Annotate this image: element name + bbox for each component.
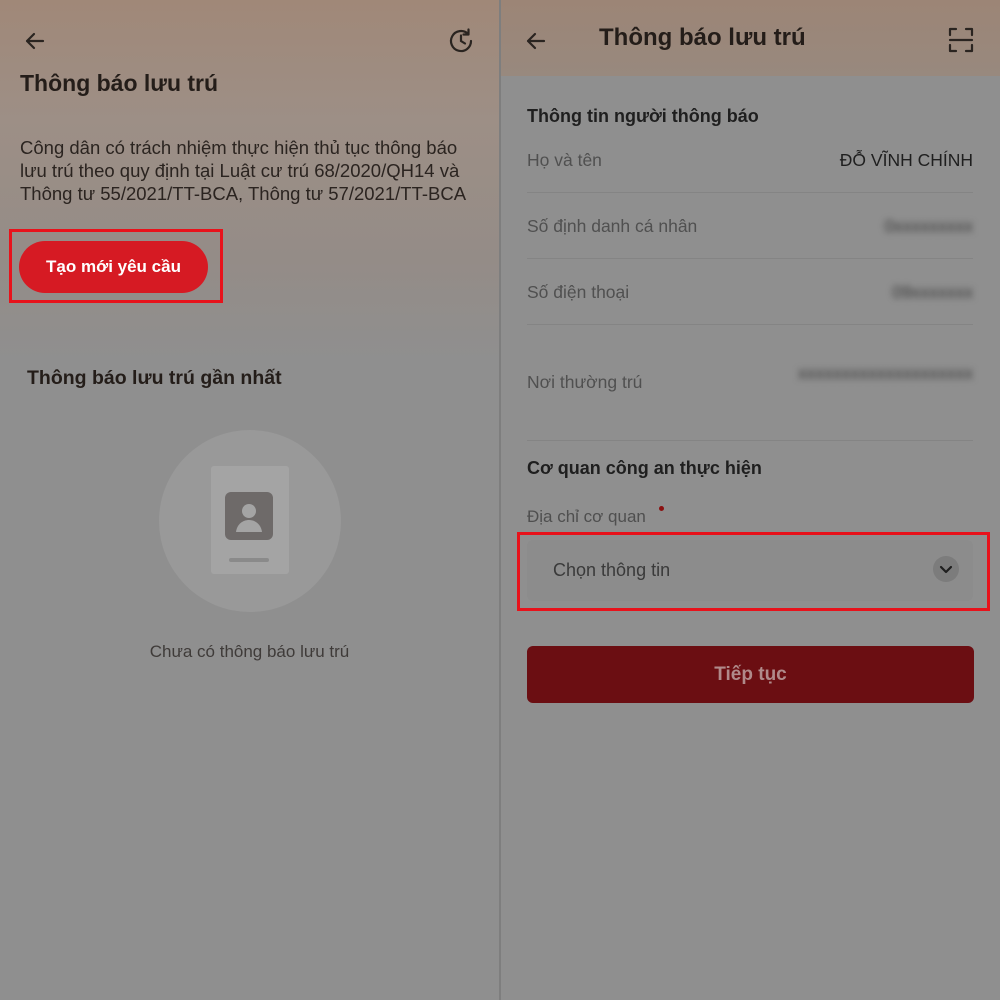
recent-section-title: Thông báo lưu trú gần nhất xyxy=(27,367,282,389)
right-screen: Thông báo lưu trú Thông tin người thông … xyxy=(501,0,1000,1000)
row-label: Số định danh cá nhân xyxy=(527,216,698,236)
row-label: Họ và tên xyxy=(527,150,602,170)
card-line xyxy=(229,558,269,562)
row-value-blurred: xxxxxxxxxxxxxxxxxxxx xyxy=(798,363,973,383)
required-indicator xyxy=(659,506,664,511)
left-screen: Thông báo lưu trú Công dân có trách nhiệ… xyxy=(0,0,499,1000)
empty-state-text: Chưa có thông báo lưu trú xyxy=(149,642,350,661)
row-label: Nơi thường trú xyxy=(527,372,643,392)
select-placeholder: Chọn thông tin xyxy=(553,560,671,580)
person-icon xyxy=(225,492,273,540)
scan-icon[interactable] xyxy=(947,26,975,54)
continue-button[interactable]: Tiếp tục xyxy=(527,646,974,703)
row-value: ĐỖ VĨNH CHÍNH xyxy=(839,150,973,170)
create-request-button[interactable]: Tạo mới yêu cầu xyxy=(19,241,208,293)
row-label: Số điện thoại xyxy=(527,282,630,302)
back-arrow-icon[interactable] xyxy=(22,28,48,54)
back-arrow-icon[interactable] xyxy=(523,28,549,54)
info-row-name: Họ và tên ĐỖ VĨNH CHÍNH xyxy=(527,128,973,193)
info-row-id: Số định danh cá nhân 0xxxxxxxxx xyxy=(527,192,973,259)
description-text: Công dân có trách nhiệm thực hiện thủ tụ… xyxy=(20,137,467,204)
history-icon[interactable] xyxy=(446,26,476,56)
row-value-blurred: 09xxxxxxx xyxy=(892,282,973,302)
page-title: Thông báo lưu trú xyxy=(599,24,806,51)
row-value-blurred: 0xxxxxxxxx xyxy=(884,216,973,236)
info-row-address: Nơi thường trú xxxxxxxxxxxxxxxxxxxx xyxy=(527,324,973,441)
page-title: Thông báo lưu trú xyxy=(20,70,219,96)
info-row-phone: Số điện thoại 09xxxxxxx xyxy=(527,258,973,325)
chevron-down-icon[interactable] xyxy=(933,556,959,582)
info-section-title: Thông tin người thông báo xyxy=(527,106,759,126)
police-section-title: Cơ quan công an thực hiện xyxy=(527,458,762,478)
address-label: Địa chỉ cơ quan xyxy=(527,507,646,526)
